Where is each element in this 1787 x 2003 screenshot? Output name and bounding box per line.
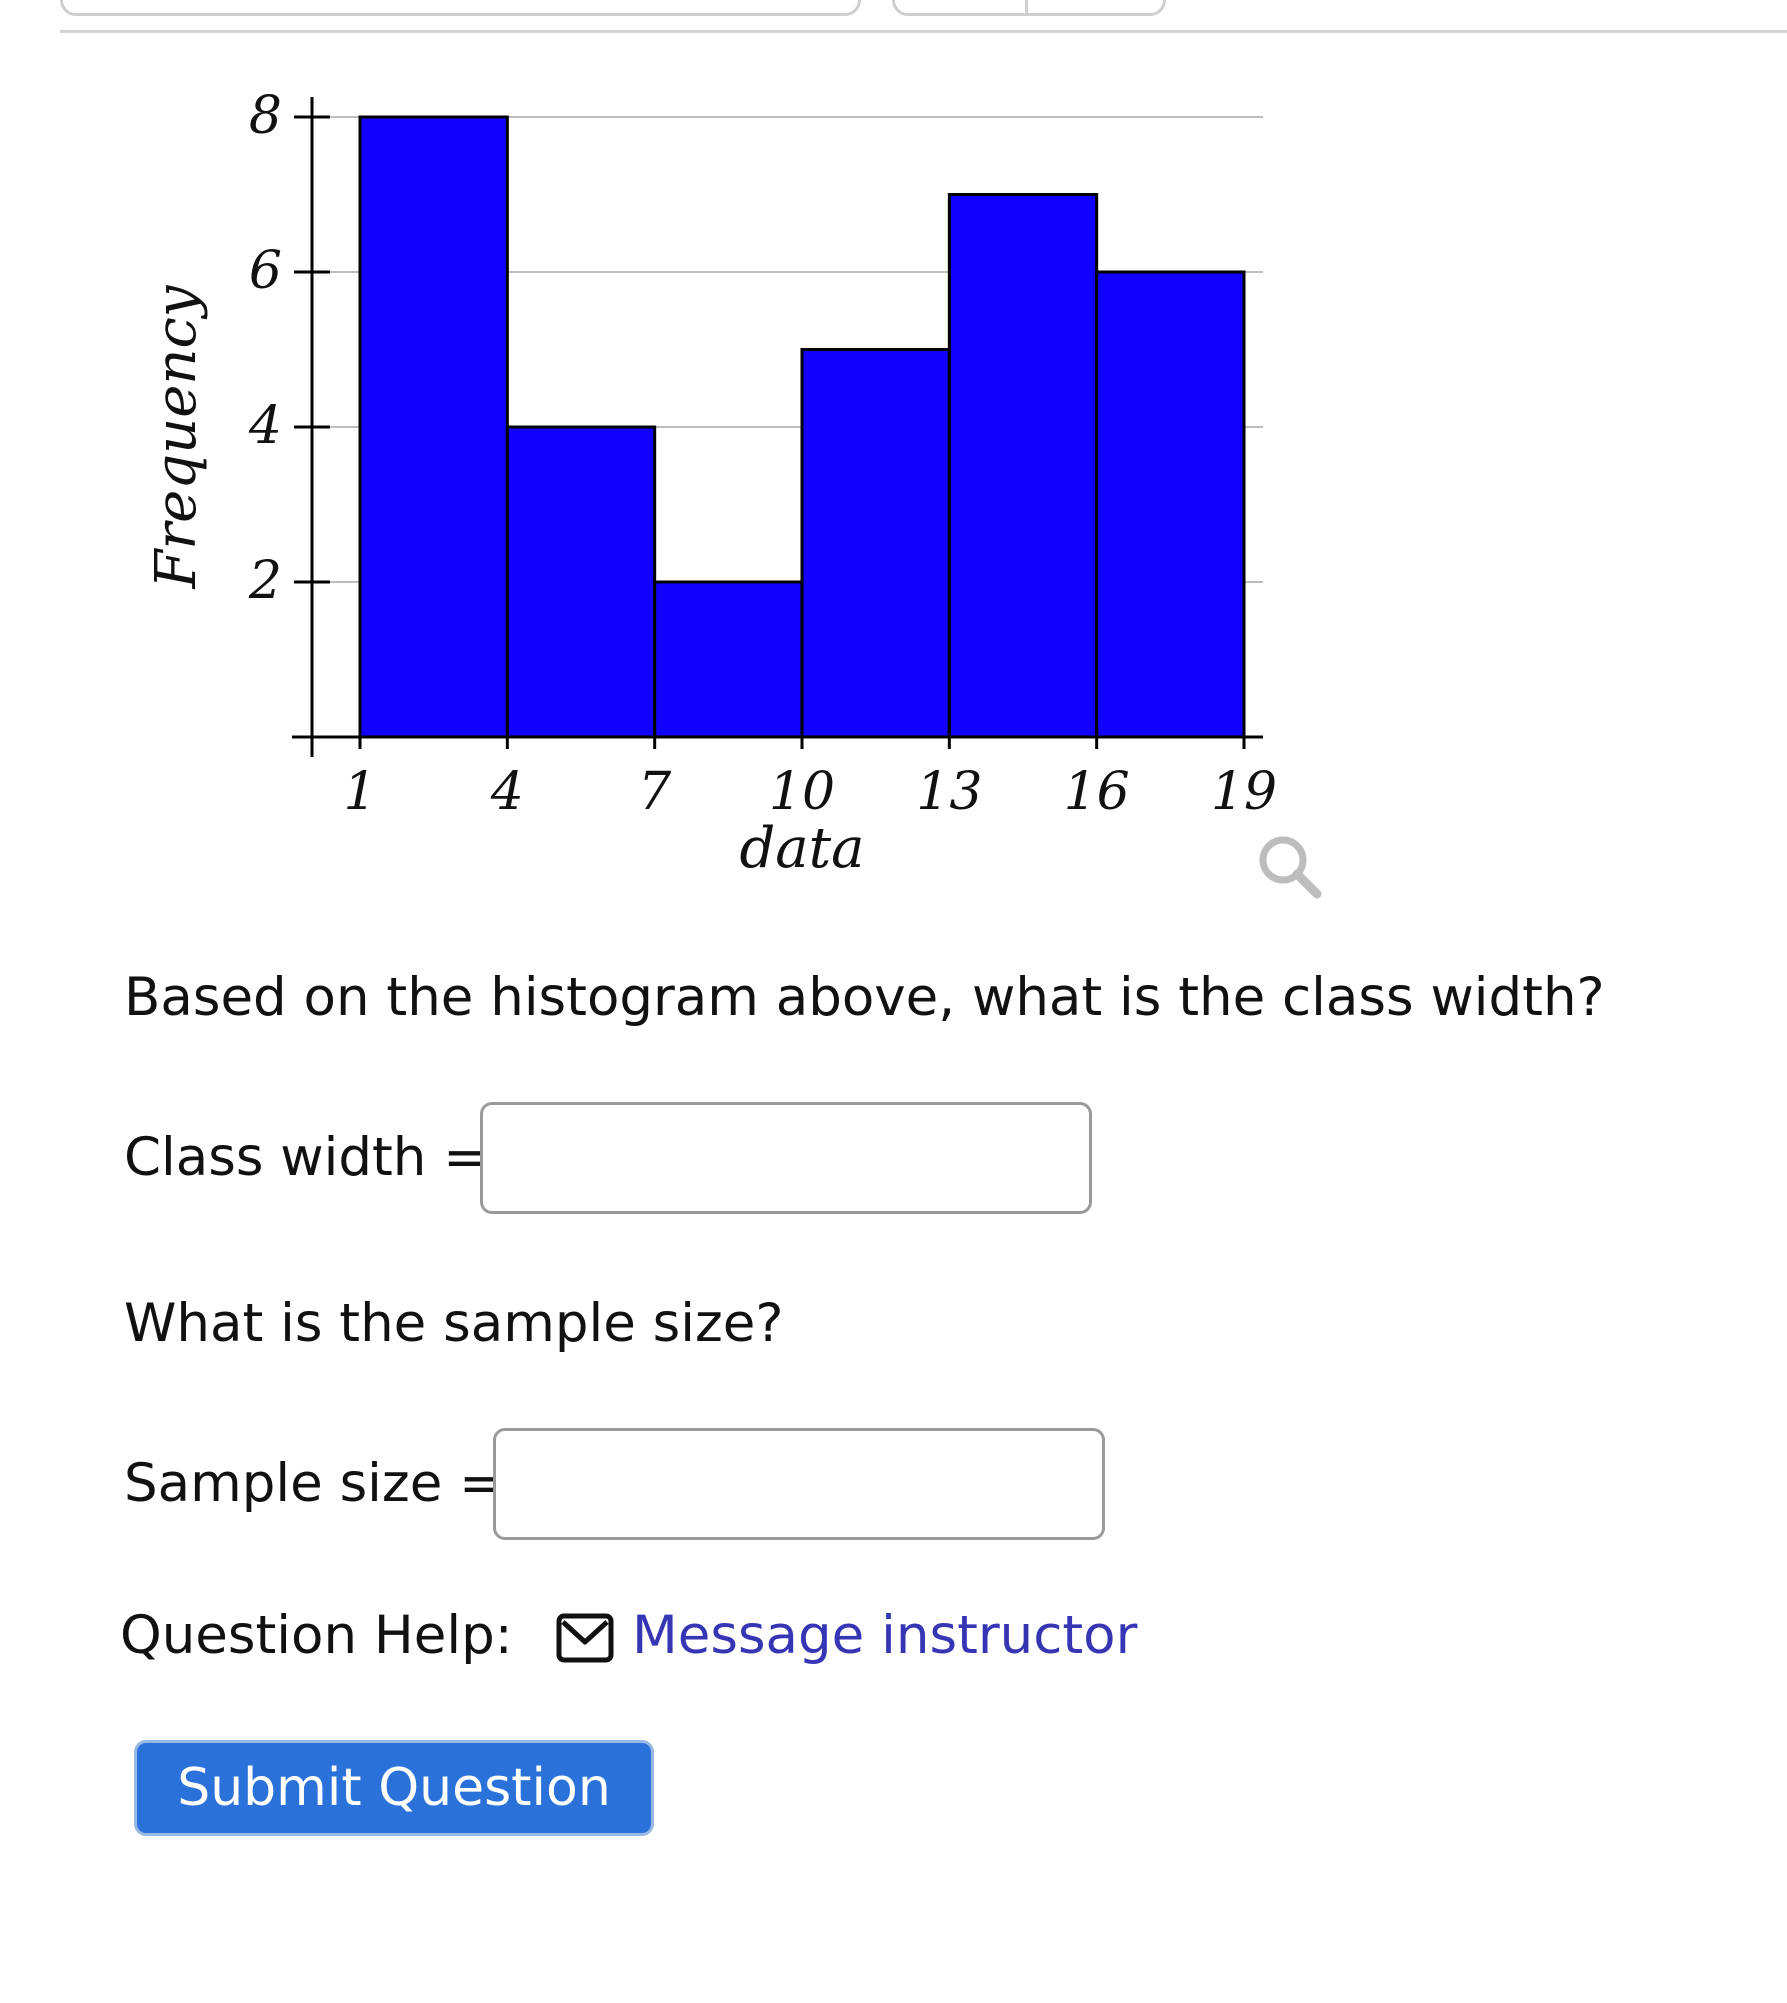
- histogram-bar: [947, 193, 1099, 739]
- submit-question-button[interactable]: Submit Question: [134, 1740, 654, 1836]
- class-width-input[interactable]: [480, 1102, 1092, 1214]
- question-help-label: Question Help:: [120, 1605, 513, 1666]
- x-tick-label: 13: [916, 762, 982, 822]
- y-tick-label: 8: [249, 86, 282, 146]
- y-tick-label: 6: [249, 241, 282, 301]
- histogram-bar: [653, 580, 804, 739]
- x-tick-label: 4: [490, 762, 524, 822]
- x-tick-label: 7: [638, 762, 672, 822]
- sample-size-label: Sample size =: [124, 1453, 504, 1514]
- histogram-bars: [358, 115, 1246, 739]
- histogram-bar: [1095, 270, 1246, 739]
- magnifier-icon[interactable]: [1255, 832, 1325, 902]
- question-class-width-text: Based on the histogram above, what is th…: [124, 967, 1605, 1028]
- x-tick-label: 10: [769, 762, 835, 822]
- question-sample-size-text: What is the sample size?: [124, 1293, 784, 1354]
- x-tick-label: 19: [1211, 762, 1277, 822]
- class-width-label: Class width =: [124, 1127, 488, 1188]
- envelope-icon[interactable]: [555, 1612, 615, 1664]
- histogram-chart: 2 4 6 8 1 4 7 10 13 16 19 data Frequency: [144, 86, 1277, 881]
- y-tick-label: 4: [248, 396, 282, 456]
- message-instructor-link[interactable]: Message instructor: [632, 1604, 1137, 1668]
- histogram-bar: [505, 425, 657, 739]
- y-axis-title: Frequency: [144, 284, 209, 589]
- x-tick-label: 16: [1064, 762, 1130, 822]
- histogram-bar: [358, 115, 509, 739]
- x-axis-title: data: [739, 816, 864, 881]
- histogram-bar: [800, 348, 951, 739]
- x-tick-label: 1: [343, 762, 376, 822]
- y-tick-label: 2: [248, 551, 282, 611]
- sample-size-input[interactable]: [493, 1428, 1105, 1540]
